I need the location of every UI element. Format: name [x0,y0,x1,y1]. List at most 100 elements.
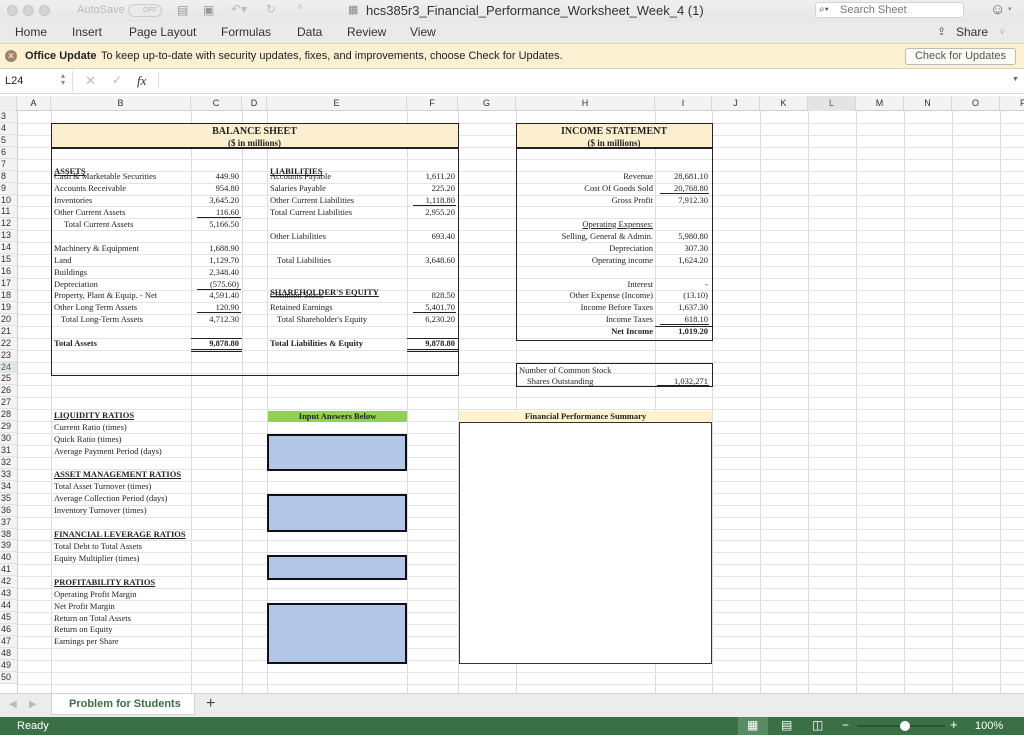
row-header[interactable]: 40 [0,552,17,565]
column-header[interactable]: H [516,96,655,111]
row-header[interactable]: 7 [0,158,17,171]
close-window-button[interactable] [7,5,18,16]
row-header[interactable]: 26 [0,385,17,398]
add-sheet-button[interactable]: + [206,695,215,713]
row-header[interactable]: 47 [0,635,17,648]
liquidity-answers-input[interactable] [267,434,407,471]
redo-icon[interactable]: ↻ [266,2,276,16]
column-header[interactable]: O [952,96,1000,111]
row-header[interactable]: 3 [0,111,17,123]
cancel-icon[interactable]: ✕ [85,73,96,89]
row-header[interactable]: 9 [0,182,17,195]
column-header[interactable]: A [17,96,51,111]
tab-data[interactable]: Data [297,25,322,39]
row-header[interactable]: 42 [0,576,17,589]
row-header[interactable]: 12 [0,218,17,231]
select-all-corner[interactable] [0,96,17,111]
row-header[interactable]: 36 [0,504,17,517]
row-header[interactable]: 21 [0,325,17,338]
column-header[interactable]: F [407,96,458,111]
customize-toolbar-icon[interactable]: ⩡ [297,2,303,13]
row-header[interactable]: 14 [0,242,17,255]
row-header[interactable]: 16 [0,266,17,278]
tab-view[interactable]: View [410,25,436,39]
row-header[interactable]: 18 [0,289,17,302]
row-header[interactable]: 6 [0,146,17,159]
row-header[interactable]: 4 [0,122,17,135]
row-header[interactable]: 45 [0,612,17,624]
zoom-window-button[interactable] [39,5,50,16]
asset-management-answers-input[interactable] [267,494,407,532]
column-header[interactable]: G [458,96,516,111]
row-header[interactable]: 15 [0,254,17,267]
autosave-toggle[interactable]: OFF [128,4,162,17]
next-sheet-icon[interactable]: ▶ [29,699,37,710]
save-icon[interactable]: ▣ [203,3,214,17]
expand-formula-icon[interactable]: ▼ [1012,76,1019,83]
row-header[interactable]: 19 [0,301,17,314]
row-header[interactable]: 13 [0,230,17,243]
financial-performance-summary-input[interactable] [459,422,712,664]
page-layout-view-icon[interactable]: ▤ [781,718,792,732]
column-header[interactable]: B [51,96,191,111]
dismiss-update-icon[interactable]: ✕ [5,50,17,62]
check-for-updates-button[interactable]: Check for Updates [905,48,1016,65]
row-header[interactable]: 32 [0,456,17,469]
column-header[interactable]: D [242,96,267,111]
row-header[interactable]: 49 [0,659,17,672]
row-header[interactable]: 20 [0,313,17,326]
row-header[interactable]: 33 [0,468,17,481]
row-header[interactable]: 38 [0,528,17,541]
zoom-in-button[interactable]: + [950,717,958,732]
fx-icon[interactable]: fx [137,73,146,89]
column-header[interactable]: K [760,96,808,111]
row-header[interactable]: 37 [0,516,17,529]
column-header[interactable]: J [712,96,760,111]
smiley-feedback-icon[interactable]: ☺ [990,1,1005,18]
sidebar-toggle-icon[interactable]: ▤ [177,3,188,17]
row-header[interactable]: 50 [0,671,17,684]
row-header[interactable]: 23 [0,349,17,362]
tab-formulas[interactable]: Formulas [221,25,271,39]
search-sheet-field[interactable]: ⌕▾ Search Sheet [815,2,964,18]
row-header[interactable]: 28 [0,409,17,422]
column-header[interactable]: N [904,96,952,111]
column-header[interactable]: E [267,96,407,111]
row-header[interactable]: 39 [0,540,17,553]
row-header[interactable]: 41 [0,564,17,577]
formula-input[interactable] [165,74,1005,89]
column-header[interactable]: P [1000,96,1024,111]
profitability-answers-input[interactable] [267,603,407,664]
column-header[interactable]: C [191,96,242,111]
row-header[interactable]: 22 [0,337,17,350]
undo-icon[interactable]: ↶▾ [231,2,247,16]
minimize-window-button[interactable] [23,5,34,16]
normal-view-button[interactable]: ▦ [738,717,768,735]
row-header[interactable]: 35 [0,492,17,505]
column-header-selected[interactable]: L [808,96,856,111]
row-header[interactable]: 48 [0,647,17,660]
name-box[interactable]: L24 [5,75,23,87]
row-header[interactable]: 31 [0,445,17,457]
row-header[interactable]: 10 [0,194,17,207]
column-header[interactable]: I [655,96,712,111]
row-header[interactable]: 46 [0,623,17,636]
column-header[interactable]: M [856,96,904,111]
row-header[interactable]: 44 [0,600,17,613]
row-header[interactable]: 30 [0,433,17,446]
row-header[interactable]: 17 [0,278,17,290]
row-header[interactable]: 43 [0,588,17,601]
tab-home[interactable]: Home [15,25,47,39]
row-header[interactable]: 24 [0,361,17,374]
sheet-tab-problem-for-students[interactable]: Problem for Students [51,694,195,715]
row-header[interactable]: 8 [0,170,17,183]
row-header[interactable]: 11 [0,206,17,219]
tab-insert[interactable]: Insert [72,25,102,39]
row-header[interactable]: 5 [0,134,17,147]
leverage-answers-input[interactable] [267,555,407,580]
row-header[interactable]: 27 [0,397,17,410]
zoom-out-button[interactable]: − [842,718,849,732]
name-box-stepper-icon[interactable]: ▴ ▾ [61,72,65,87]
page-break-view-icon[interactable]: ◫ [812,718,823,732]
prev-sheet-icon[interactable]: ◀ [9,699,17,710]
